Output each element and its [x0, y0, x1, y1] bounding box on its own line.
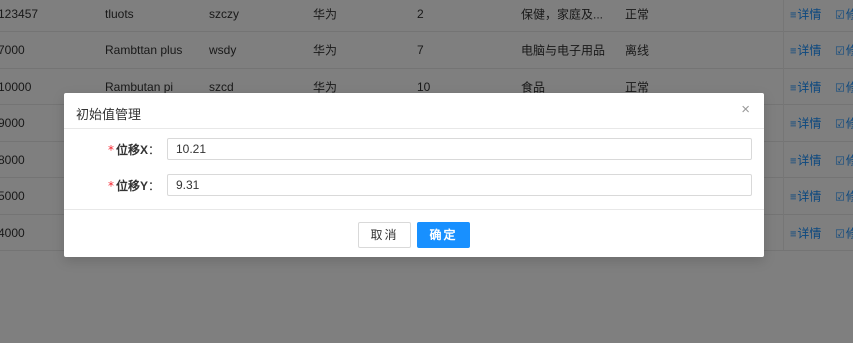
field-label-colon: ：	[147, 179, 160, 193]
modal-title: 初始值管理	[76, 107, 142, 122]
field-label-colon: ：	[147, 143, 160, 157]
ok-button[interactable]: 确定	[417, 222, 470, 248]
displacement-y-input[interactable]	[167, 174, 752, 196]
modal-footer: 取消 确定	[64, 209, 764, 257]
required-mark: *	[107, 179, 114, 193]
required-mark: *	[107, 143, 114, 157]
cancel-button[interactable]: 取消	[358, 222, 411, 248]
displacement-x-input[interactable]	[167, 138, 752, 160]
field-label-y: * 位移Y：	[108, 177, 160, 194]
field-label-text: 位移Y	[115, 179, 148, 193]
form-item-displacement-y: * 位移Y：	[64, 174, 764, 196]
field-label-x: * 位移X：	[108, 141, 160, 158]
initial-value-modal: 初始值管理 × *位移X： *位移Y： 取消 确定	[64, 93, 764, 257]
close-icon[interactable]: ×	[741, 102, 750, 117]
modal-header: 初始值管理 ×	[64, 93, 764, 129]
field-label-text: 位移X	[115, 143, 148, 157]
form-item-displacement-x: * 位移X：	[64, 138, 764, 160]
